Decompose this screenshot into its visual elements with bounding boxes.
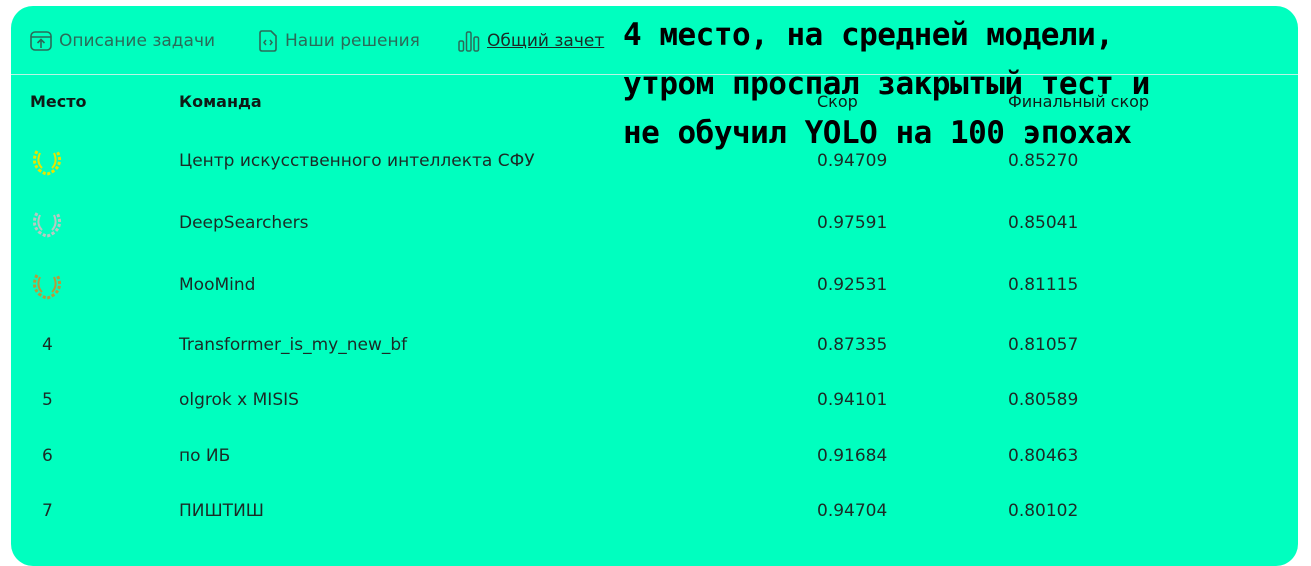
score-value: 0.94101 bbox=[817, 390, 888, 410]
score-value: 0.87335 bbox=[817, 335, 888, 355]
place-number: 5 bbox=[42, 390, 53, 410]
team-name: olgrok x MISIS bbox=[179, 390, 299, 410]
place-number: 6 bbox=[42, 446, 53, 466]
tab-our-solutions-label: Наши решения bbox=[285, 31, 420, 51]
upload-icon bbox=[30, 31, 52, 51]
final-score-value: 0.81057 bbox=[1008, 335, 1079, 355]
team-name: Transformer_is_my_new_bf bbox=[179, 335, 408, 355]
tab-overall-standings-label: Общий зачет bbox=[487, 31, 605, 51]
laurel-wreath-icon bbox=[32, 274, 62, 300]
table-row: 7 ПИШТИШ 0.94704 0.80102 bbox=[11, 491, 1298, 531]
score-value: 0.94704 bbox=[817, 501, 888, 521]
score-value: 0.97591 bbox=[817, 213, 888, 233]
team-name: DeepSearchers bbox=[179, 213, 309, 233]
place-number: 7 bbox=[42, 501, 53, 521]
final-score-value: 0.80102 bbox=[1008, 501, 1079, 521]
table-row: DeepSearchers 0.97591 0.85041 bbox=[11, 203, 1298, 243]
tab-our-solutions[interactable]: Наши решения bbox=[257, 30, 420, 52]
caption-overlay: 4 место, на средней модели, утром проспа… bbox=[623, 11, 1298, 158]
tab-task-description-label: Описание задачи bbox=[59, 31, 216, 51]
laurel-wreath-icon bbox=[32, 212, 62, 238]
laurel-wreath-icon bbox=[32, 150, 62, 176]
final-score-value: 0.80589 bbox=[1008, 390, 1079, 410]
tab-task-description[interactable]: Описание задачи bbox=[29, 30, 215, 52]
tab-overall-standings[interactable]: Общий зачет bbox=[457, 30, 604, 52]
leaderboard-card: Описание задачи Наши решения Общий зачет… bbox=[11, 6, 1298, 566]
score-value: 0.91684 bbox=[817, 446, 888, 466]
code-file-icon bbox=[259, 30, 277, 52]
caption-line-3: не обучил YOLO на 100 эпохах bbox=[623, 115, 1132, 151]
table-row: 6 по ИБ 0.91684 0.80463 bbox=[11, 436, 1298, 476]
header-place: Место bbox=[30, 92, 87, 111]
team-name: ПИШТИШ bbox=[179, 501, 264, 521]
caption-line-1: 4 место, на средней модели, bbox=[623, 17, 1114, 53]
final-score-value: 0.85041 bbox=[1008, 213, 1079, 233]
table-row: 5 olgrok x MISIS 0.94101 0.80589 bbox=[11, 380, 1298, 420]
bar-chart-icon bbox=[458, 31, 480, 52]
score-value: 0.92531 bbox=[817, 275, 888, 295]
caption-line-2: утром проспал закрытый тест и bbox=[623, 66, 1150, 102]
place-number: 4 bbox=[42, 335, 53, 355]
final-score-value: 0.81115 bbox=[1008, 275, 1079, 295]
team-name: MooMind bbox=[179, 275, 256, 295]
table-row: 4 Transformer_is_my_new_bf 0.87335 0.8105… bbox=[11, 325, 1298, 365]
team-name: Центр искусственного интеллекта СФУ bbox=[179, 151, 535, 171]
header-team: Команда bbox=[179, 92, 262, 111]
final-score-value: 0.80463 bbox=[1008, 446, 1079, 466]
table-row: MooMind 0.92531 0.81115 bbox=[11, 265, 1298, 305]
team-name: по ИБ bbox=[179, 446, 231, 466]
